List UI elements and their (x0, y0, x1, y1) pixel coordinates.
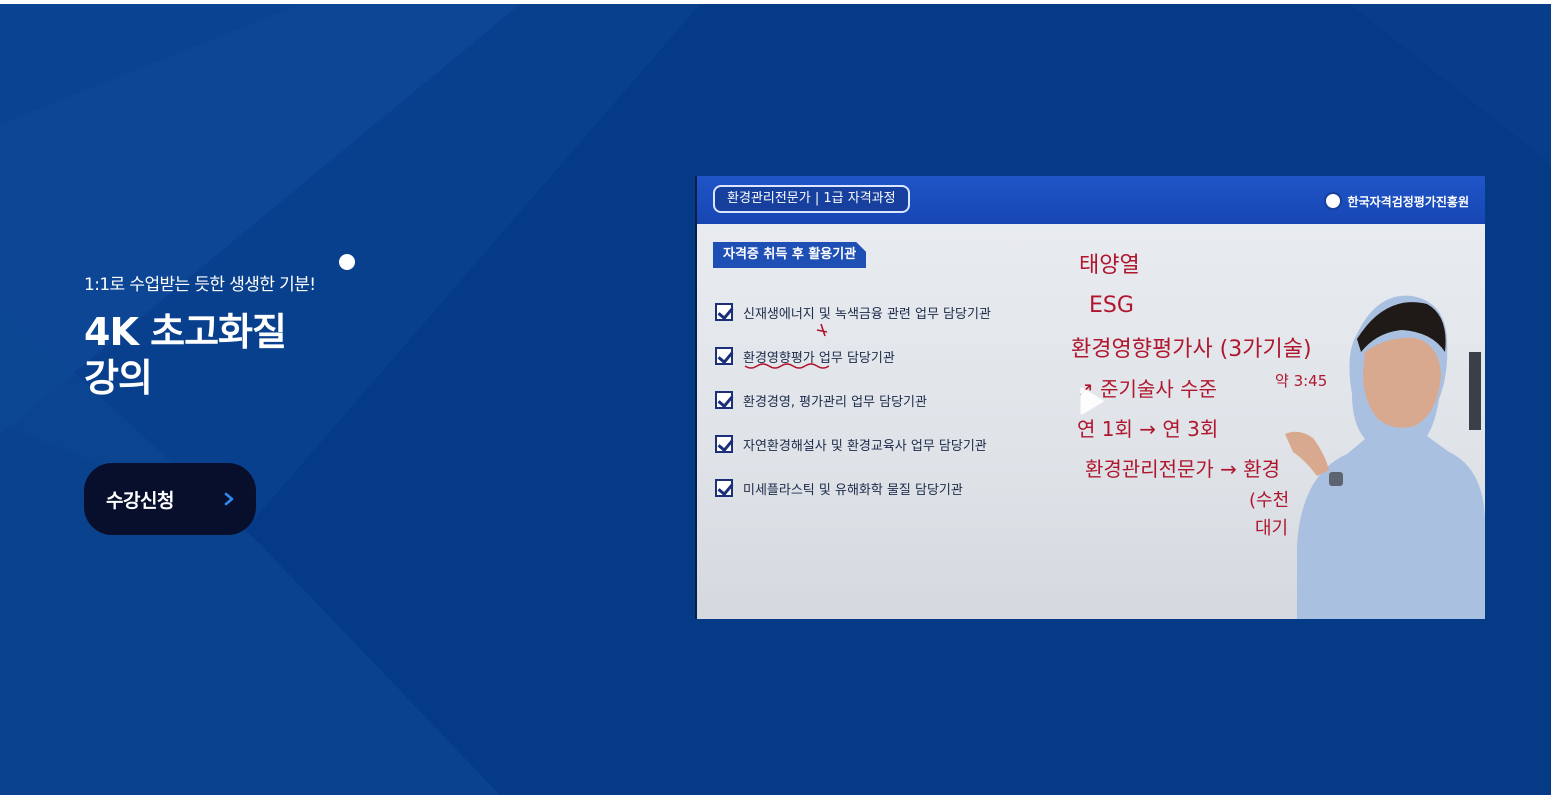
handwriting-line8: 대기 (1255, 518, 1288, 539)
course-badge: 환경관리전문가 | 1급 자격과정 (713, 185, 910, 213)
indicator-dot (339, 254, 355, 270)
banner-title-line2: 강의 (84, 356, 153, 400)
banner-title-line1: 4K 초고화질 (84, 310, 287, 354)
video-side-toolbar (1469, 352, 1481, 430)
handwriting-line2: ESG (1089, 293, 1134, 318)
handwriting-line3: 환경영향평가사 (3가기술) (1071, 337, 1312, 362)
banner-title: 4K 초고화질 강의 (84, 309, 287, 401)
org-name: 한국자격검정평가진흥원 (1347, 194, 1469, 209)
video-slide: 자격증 취득 후 활용기관 신재생에너지 및 녹색금융 관련 업무 담당기관 환… (697, 224, 1485, 619)
chevron-right-icon (224, 492, 234, 506)
handwriting-line6: 환경관리전문가 → 환경 (1085, 457, 1280, 481)
banner-subtitle: 1:1로 수업받는 듯한 생생한 기분! (84, 275, 316, 295)
play-icon[interactable] (1070, 381, 1110, 421)
handwriting-line7: (수천 (1249, 490, 1289, 511)
org-logo: 한국자격검정평가진흥원 (1323, 190, 1469, 212)
org-logo-icon (1323, 192, 1342, 210)
handwriting-overlay: 태양열 ESG 환경영향평가사 (3가기술) 약 3:45 ↗ 준기술사 수준 … (744, 253, 1485, 619)
video-header-bar: 환경관리전문가 | 1급 자격과정 한국자격검정평가진흥원 (697, 176, 1485, 224)
lecture-video[interactable]: 환경관리전문가 | 1급 자격과정 한국자격검정평가진흥원 자격증 취득 후 활… (695, 176, 1485, 619)
handwriting-line1: 태양열 (1079, 253, 1140, 278)
enroll-button-label: 수강신청 (106, 489, 174, 512)
handwriting-line3b: 약 3:45 (1275, 372, 1327, 390)
enroll-button[interactable]: 수강신청 (84, 463, 256, 535)
